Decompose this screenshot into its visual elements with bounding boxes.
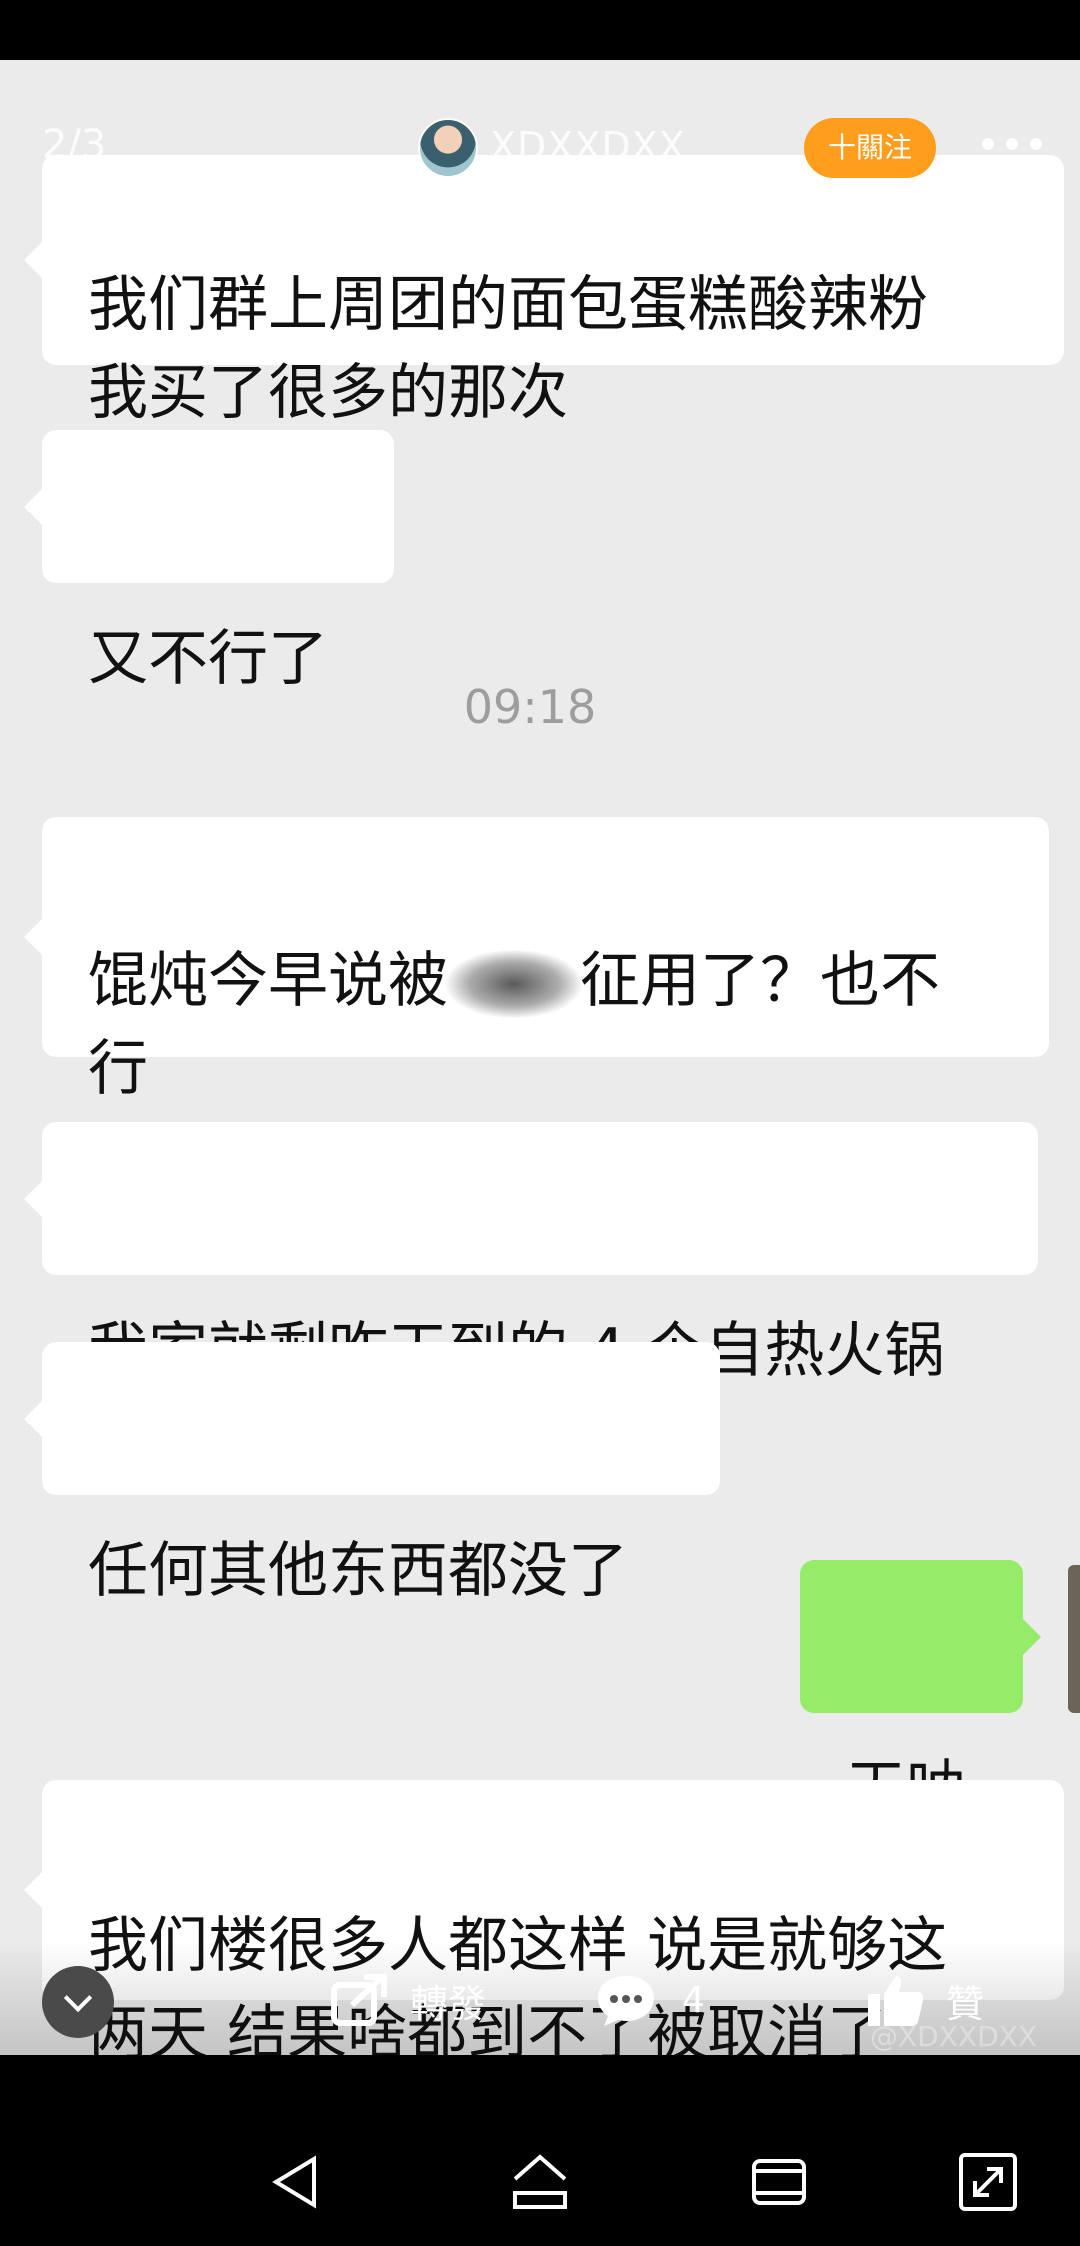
watermark: @XDXXDXX [870, 2020, 1038, 2053]
message-bubble: 任何其他东西都没了 [24, 1342, 720, 1606]
message-text: 任何其他东西都没了 [88, 1536, 628, 1606]
system-nav-bar [0, 2115, 1080, 2246]
comment-icon [598, 1976, 654, 2026]
home-icon[interactable] [505, 2147, 575, 2217]
recent-apps-icon[interactable] [744, 2147, 814, 2217]
follow-button[interactable]: 十關注 [804, 118, 936, 178]
post-header: 2/3 XDXXDXX 十關注 [0, 60, 1080, 230]
redaction-scribble [444, 949, 584, 1020]
message-bubble: 馄炖今早说被 征用了？也不 行 [24, 817, 1049, 1104]
triangle-back-icon[interactable] [262, 2147, 332, 2217]
avatar[interactable] [418, 118, 478, 178]
message-text: 我们群上周团的面包蛋糕酸辣粉 我买了很多的那次 [88, 270, 928, 428]
message-bubble: 又不行了 [24, 430, 394, 694]
message-bubble-sent: 天呐 [800, 1560, 1041, 1824]
username[interactable]: XDXXDXX [490, 124, 686, 168]
comment-count: 4 [682, 1979, 705, 2021]
more-dots-icon[interactable] [982, 124, 1042, 164]
status-bar [0, 0, 1080, 60]
share-icon [331, 1974, 387, 2026]
message-bubble: 我家就剩昨天到的 4 个自热火锅 [24, 1122, 1038, 1386]
expand-arrows-icon[interactable] [953, 2147, 1023, 2217]
sender-avatar-edge [1068, 1565, 1080, 1713]
chevron-down-icon[interactable] [42, 1966, 114, 2038]
image-viewer[interactable]: 我们群上周团的面包蛋糕酸辣粉 我买了很多的那次 又不行了 09:18 馄炖今早说… [0, 60, 1080, 2055]
message-text-before: 馄炖今早说被 [88, 946, 448, 1016]
page-indicator: 2/3 [42, 122, 107, 168]
comment-button[interactable]: 4 [594, 1970, 705, 2030]
share-label: 轉發 [410, 1981, 487, 2026]
share-button[interactable]: 轉發 [330, 1970, 486, 2030]
message-timestamp: 09:18 [463, 680, 597, 734]
